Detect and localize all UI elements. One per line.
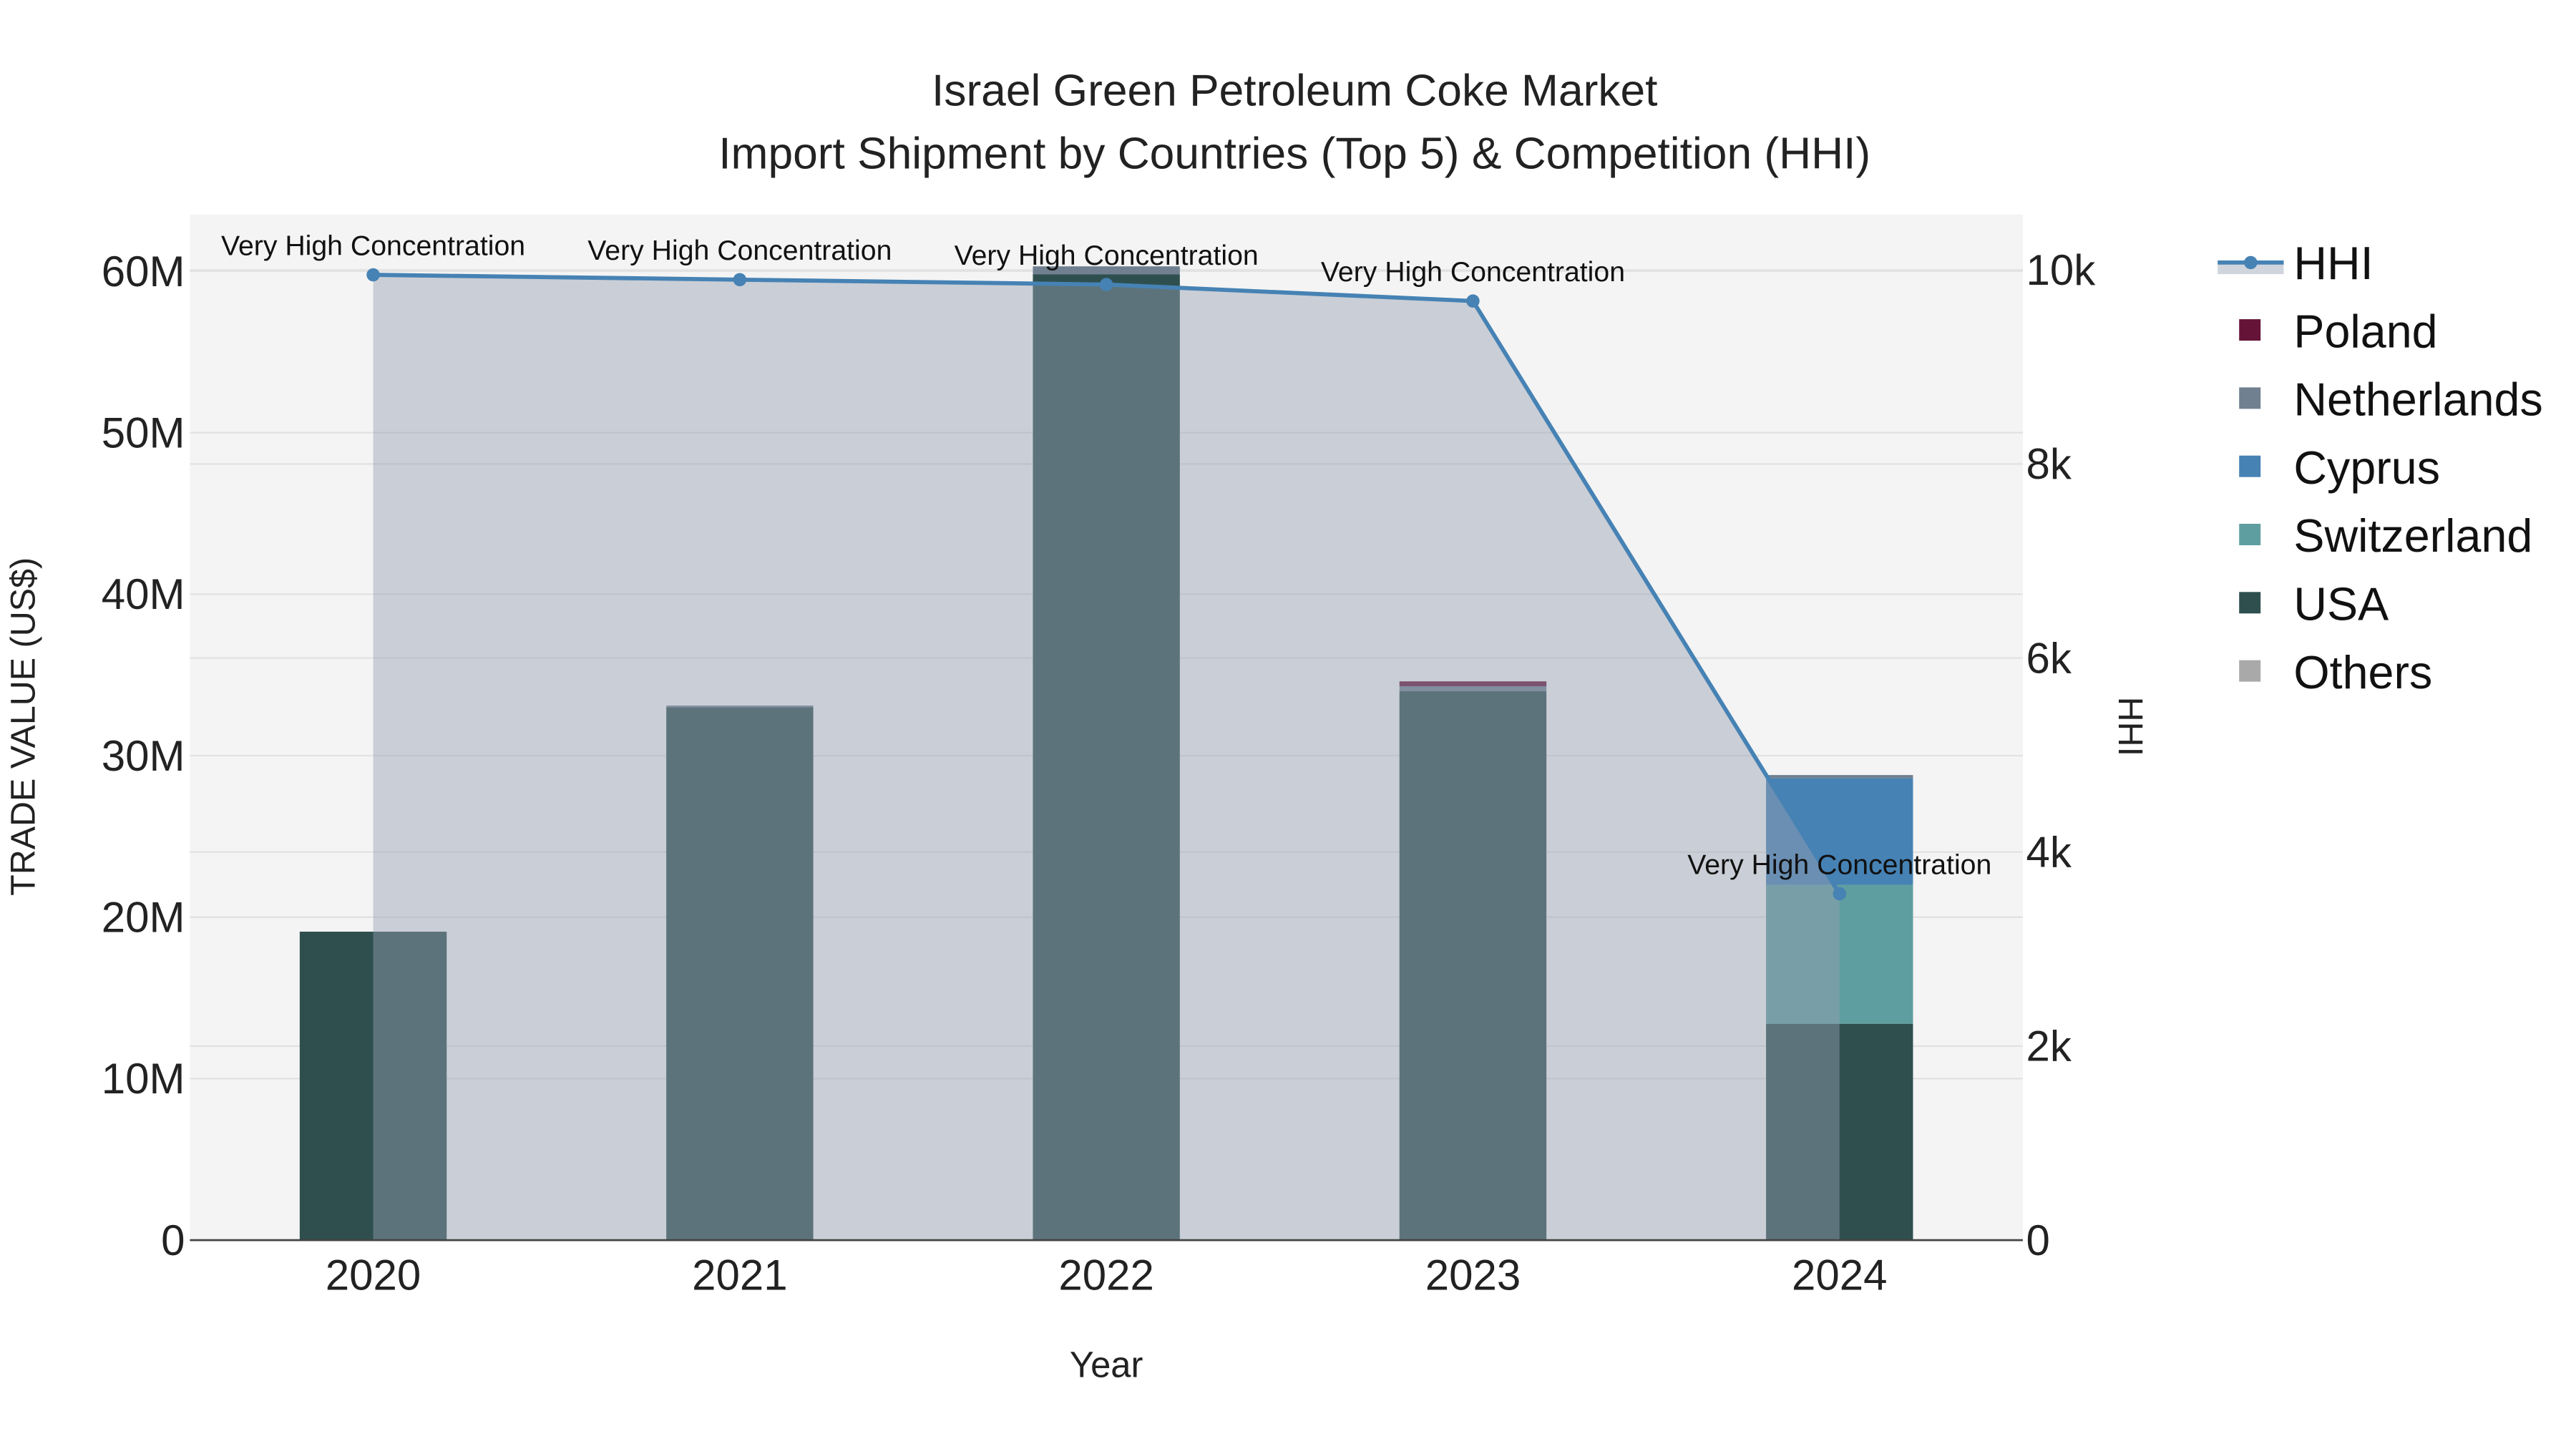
legend-swatch xyxy=(2239,660,2261,682)
y2-tick-label: 10k xyxy=(2026,246,2097,294)
x-axis-title: Year xyxy=(1070,1345,1143,1385)
chart-title-line1: Israel Green Petroleum Coke Market xyxy=(932,67,1657,116)
hhi-point-2021 xyxy=(733,273,747,287)
hhi-annotation: Very High Concentration xyxy=(1687,849,1991,880)
hhi-annotation: Very High Concentration xyxy=(221,230,525,261)
legend-label: HHI xyxy=(2293,238,2373,289)
x-tick-label: 2022 xyxy=(1058,1251,1153,1299)
hhi-point-2023 xyxy=(1466,294,1480,308)
y-tick-label: 60M xyxy=(102,248,185,296)
y2-tick-label: 2k xyxy=(2026,1023,2072,1070)
hhi-point-2020 xyxy=(366,268,380,282)
bar-netherlands-2024 xyxy=(1766,775,1913,779)
x-tick-label: 2023 xyxy=(1425,1251,1521,1299)
y-tick-label: 30M xyxy=(102,732,185,780)
hhi-annotation: Very High Concentration xyxy=(1321,256,1625,288)
y2-axis-title: HHI xyxy=(2111,697,2150,756)
chart-title-line2: Import Shipment by Countries (Top 5) & C… xyxy=(718,129,1870,178)
legend-swatch xyxy=(2239,592,2261,614)
y-tick-label: 20M xyxy=(102,893,185,941)
legend-swatch xyxy=(2239,524,2261,545)
x-tick-label: 2020 xyxy=(326,1251,421,1299)
legend-label: USA xyxy=(2293,579,2389,630)
y2-tick-label: 4k xyxy=(2026,829,2072,877)
chart: Israel Green Petroleum Coke Market Impor… xyxy=(0,0,2576,1449)
y-tick-label: 40M xyxy=(102,570,185,618)
legend-label: Others xyxy=(2293,647,2432,698)
y-tick-label: 0 xyxy=(161,1216,185,1264)
legend-label: Switzerland xyxy=(2293,510,2532,562)
y2-tick-label: 8k xyxy=(2026,440,2072,488)
x-tick-label: 2021 xyxy=(692,1251,787,1299)
hhi-point-2024 xyxy=(1833,887,1846,901)
legend-swatch xyxy=(2239,455,2261,477)
hhi-point-2022 xyxy=(1099,278,1113,291)
legend-hhi-marker xyxy=(2244,255,2258,270)
x-tick-label: 2024 xyxy=(1792,1251,1887,1299)
legend-label: Netherlands xyxy=(2293,374,2542,426)
y-tick-label: 10M xyxy=(102,1055,185,1103)
legend-swatch xyxy=(2239,319,2261,341)
y2-tick-label: 6k xyxy=(2026,634,2072,682)
legend-label: Poland xyxy=(2293,306,2437,357)
hhi-annotation: Very High Concentration xyxy=(955,240,1259,271)
y2-tick-label: 0 xyxy=(2026,1216,2050,1264)
legend-swatch xyxy=(2239,387,2261,409)
legend-label: Cyprus xyxy=(2293,442,2440,494)
hhi-annotation: Very High Concentration xyxy=(587,235,892,266)
y-axis-title: TRADE VALUE (US$) xyxy=(4,557,42,896)
y-tick-label: 50M xyxy=(102,409,185,457)
